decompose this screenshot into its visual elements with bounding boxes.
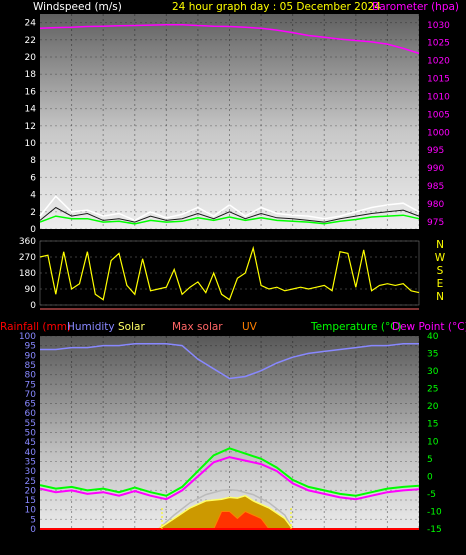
y-tick-label-left: 12 [25, 122, 36, 132]
x-tick-label: 04 [97, 533, 109, 543]
y-tick-label-left: 55 [25, 419, 36, 429]
y-tick-label-right: 1000 [427, 128, 450, 138]
windspeed-axis-title: Windspeed (m/s) [33, 1, 122, 13]
windspeed-axis-ticks: 024681012141618202224 [25, 19, 37, 235]
y-tick-label-right: 975 [427, 218, 444, 228]
y-tick-label-left: 0 [30, 525, 36, 535]
y-tick-label-left: 30 [25, 467, 37, 477]
y-tick-label-left: 15 [25, 496, 36, 506]
y-tick-label-left: 95 [25, 342, 36, 352]
barometer-axis-ticks: 975 980 985 990 995 1000 1005 1010 1015 1020 1025 1… [427, 21, 450, 228]
y-tick-label-left: 22 [25, 36, 36, 46]
y-tick-label-left: 70 [25, 390, 37, 400]
legend-temperature: Temperature (°C) [310, 321, 402, 333]
y-tick-label-left: 65 [25, 400, 36, 410]
y-tick-label-right: 1020 [427, 57, 450, 67]
legend-uv: UV [242, 321, 258, 333]
x-tick-label: 12 [224, 533, 235, 543]
wind-direction-tick-label: 360 [19, 237, 36, 247]
y-tick-label-right: 1010 [427, 92, 450, 102]
x-tick-label: 08 [161, 533, 173, 543]
x-tick-label: 06 [129, 533, 141, 543]
y-tick-label-right: 1005 [427, 110, 450, 120]
y-tick-label-right: 10 [427, 437, 439, 447]
y-tick-label-left: 20 [25, 53, 37, 63]
y-tick-label-left: 14 [25, 105, 37, 115]
legend-solar: Solar [118, 321, 145, 333]
y-tick-label-left: 25 [25, 477, 36, 487]
compass-letter: N [436, 291, 444, 303]
y-tick-label-left: 45 [25, 438, 36, 448]
y-tick-label-left: 50 [25, 429, 37, 439]
y-tick-label-right: -5 [427, 490, 436, 500]
y-tick-label-right: 1030 [427, 21, 450, 31]
y-tick-label-left: 100 [19, 332, 36, 342]
y-tick-label-left: 6 [30, 173, 36, 183]
y-tick-label-left: 75 [25, 380, 36, 390]
y-tick-label-right: 995 [427, 146, 444, 156]
y-tick-label-right: 0 [427, 472, 433, 482]
weather-graph: Windspeed (m/s) 24 hour graph day : 05 D… [0, 1, 466, 548]
y-tick-label-right: -15 [427, 525, 442, 535]
y-tick-label-left: 5 [30, 515, 36, 525]
wind-direction-tick-label: 90 [25, 285, 37, 295]
graph-title: 24 hour graph day : 05 December 2024 [172, 1, 381, 13]
y-tick-label-left: 10 [25, 139, 37, 149]
y-tick-label-right: 20 [427, 402, 439, 412]
compass-letter: W [435, 252, 446, 264]
y-tick-label-left: 90 [25, 351, 37, 361]
wind-direction-tick-label: 180 [19, 269, 36, 279]
x-tick-label: 02 [66, 533, 77, 543]
x-tick-label: 18 [319, 533, 331, 543]
wind-plot-area [40, 14, 419, 229]
y-tick-label-right: 990 [427, 164, 444, 174]
wind-direction-axis-ticks: 0 90 180 270 360 [19, 237, 36, 311]
y-tick-label-right: 5 [427, 455, 433, 465]
y-tick-label-left: 0 [30, 225, 36, 235]
compass-labels: NWSEN [435, 239, 446, 303]
y-tick-label-right: 1015 [427, 75, 450, 85]
wind-direction-tick-label: 270 [19, 253, 36, 263]
sunset-label: Set [293, 538, 308, 548]
x-tick-label: 00 [413, 533, 425, 543]
compass-letter: N [436, 239, 444, 251]
y-tick-label-left: 2 [30, 208, 36, 218]
weather-time-axis-ticks: 02 04 06 08 10 12 14 16 18 20 22 00 [66, 533, 425, 543]
y-tick-label-left: 35 [25, 457, 36, 467]
compass-letter: E [437, 278, 444, 290]
legend-humidity: Humidity [67, 321, 115, 333]
y-tick-label-left: 10 [25, 506, 37, 516]
y-tick-label-left: 4 [30, 191, 36, 201]
y-tick-label-left: 80 [25, 371, 37, 381]
y-tick-label-right: 40 [427, 332, 439, 342]
y-tick-label-left: 85 [25, 361, 36, 371]
humidity-axis-ticks: 0510152025303540455055606570758085909510… [19, 332, 36, 535]
y-tick-label-left: 8 [30, 156, 36, 166]
y-tick-label-right: -10 [427, 507, 442, 517]
x-tick-label: 14 [255, 533, 267, 543]
barometer-axis-title: Barometer (hpa) [372, 1, 459, 13]
y-tick-label-right: 985 [427, 182, 444, 192]
y-tick-label-left: 18 [25, 70, 37, 80]
temperature-axis-ticks: -15 -10 -5 0 5 10 15 20 25 30 35 40 [427, 332, 442, 535]
y-tick-label-right: 25 [427, 385, 438, 395]
y-tick-label-right: 980 [427, 200, 444, 210]
compass-letter: S [437, 265, 444, 277]
x-tick-label: 20 [350, 533, 362, 543]
y-tick-label-right: 1025 [427, 39, 450, 49]
y-tick-label-right: 30 [427, 367, 439, 377]
y-tick-label-right: 35 [427, 350, 438, 360]
y-tick-label-left: 24 [25, 19, 37, 29]
x-tick-label: 10 [192, 533, 204, 543]
y-tick-label-left: 40 [25, 448, 37, 458]
x-tick-label: 22 [382, 533, 393, 543]
y-tick-label-left: 60 [25, 409, 37, 419]
legend-max-solar: Max solar [172, 321, 223, 333]
y-tick-label-right: 15 [427, 420, 438, 430]
wind-direction-tick-label: 0 [30, 301, 36, 311]
y-tick-label-left: 16 [25, 87, 37, 97]
y-tick-label-left: 20 [25, 486, 37, 496]
